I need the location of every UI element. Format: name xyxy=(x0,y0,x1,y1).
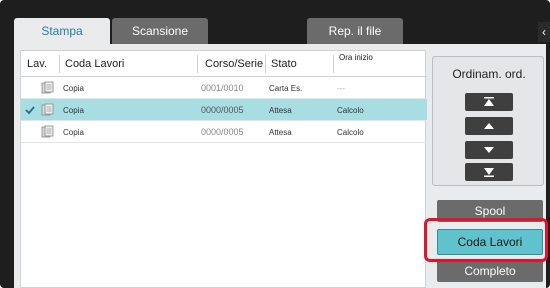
complete-button[interactable]: Completo xyxy=(437,260,543,282)
job-list: Lav. Coda Lavori Corso/Serie Stato Ora i… xyxy=(20,50,427,288)
sort-panel: Ordinam. ord. xyxy=(432,56,544,186)
move-top-button[interactable] xyxy=(465,93,513,111)
move-up-button[interactable] xyxy=(465,117,513,135)
spool-button[interactable]: Spool xyxy=(437,200,543,222)
chevron-left-icon: ‹ xyxy=(542,25,546,39)
arrow-up-icon xyxy=(484,123,494,129)
copy-job-icon xyxy=(41,125,54,138)
copy-job-icon xyxy=(41,81,54,94)
tab-file[interactable]: Rep. il file xyxy=(307,18,403,44)
header-status: Stato xyxy=(271,58,297,70)
job-row-selected[interactable]: Copia 0000/0005 Attesa Calcolo xyxy=(21,99,427,121)
sort-title: Ordinam. ord. xyxy=(452,67,526,81)
arrow-down-icon xyxy=(484,147,494,153)
tab-bar: Stampa Scansione Rep. il file xyxy=(14,18,544,44)
column-divider xyxy=(333,55,334,73)
collapse-panel-button[interactable]: ‹ xyxy=(538,22,550,42)
copy-job-icon xyxy=(41,103,54,116)
job-queue-button[interactable]: Coda Lavori xyxy=(437,229,543,255)
column-divider xyxy=(265,55,266,73)
column-divider xyxy=(197,55,198,73)
tab-print[interactable]: Stampa xyxy=(14,18,110,44)
job-start: --- xyxy=(337,84,345,93)
job-copies: 0001/0010 xyxy=(201,83,244,93)
job-name: Copia xyxy=(63,128,84,137)
move-down-button[interactable] xyxy=(465,141,513,159)
move-top-icon xyxy=(484,97,494,106)
job-status: Attesa xyxy=(269,106,292,115)
check-icon xyxy=(25,106,35,115)
tab-scan[interactable]: Scansione xyxy=(112,18,208,44)
job-copies: 0000/0005 xyxy=(201,127,244,137)
job-list-header: Lav. Coda Lavori Corso/Serie Stato Ora i… xyxy=(21,51,427,77)
move-bottom-icon xyxy=(484,168,494,177)
header-queue: Coda Lavori xyxy=(65,58,125,70)
job-row[interactable]: Copia 0001/0010 Carta Es. --- xyxy=(21,77,427,99)
job-name: Copia xyxy=(63,84,84,93)
job-name: Copia xyxy=(63,106,84,115)
job-row[interactable]: Copia 0000/0005 Attesa Calcolo xyxy=(21,121,427,143)
job-status: Carta Es. xyxy=(269,84,303,93)
header-start: Ora inizio xyxy=(339,53,373,62)
header-copies: Corso/Serie xyxy=(205,58,264,70)
job-start: Calcolo xyxy=(337,106,364,115)
job-start: Calcolo xyxy=(337,128,364,137)
screen: Stampa Scansione Rep. il file ‹ Lav. Cod… xyxy=(0,0,550,288)
move-bottom-button[interactable] xyxy=(465,163,513,181)
job-copies: 0000/0005 xyxy=(201,105,244,115)
header-lav: Lav. xyxy=(27,58,47,70)
job-status: Attesa xyxy=(269,128,292,137)
column-divider xyxy=(59,55,60,73)
